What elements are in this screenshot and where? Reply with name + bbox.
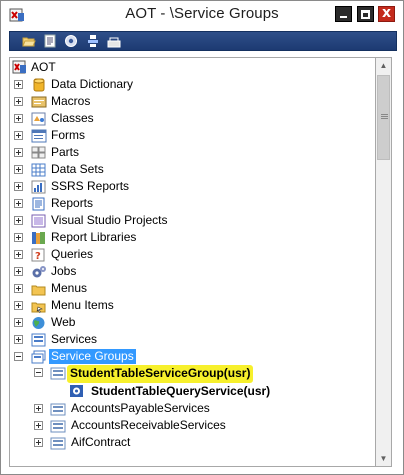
service-groups-icon (31, 350, 46, 364)
service-group-node-icon (50, 437, 66, 450)
data-sets-icon (31, 163, 46, 177)
expander-services[interactable] (14, 335, 23, 344)
tree-item-web[interactable]: Web (51, 315, 75, 330)
tree-item-macros[interactable]: Macros (51, 94, 90, 109)
services-icon (31, 333, 46, 347)
report-libraries-icon (32, 232, 45, 244)
scroll-down-icon[interactable]: ▼ (376, 451, 391, 466)
expander-web[interactable] (14, 318, 23, 327)
expander-data-dictionary[interactable] (14, 80, 23, 89)
tree-item-jobs[interactable]: Jobs (51, 264, 76, 279)
service-group-node-icon (50, 367, 66, 380)
expander-classes[interactable] (14, 114, 23, 123)
parts-icon (31, 146, 46, 159)
compile-icon[interactable] (64, 34, 78, 48)
svg-text:?: ? (35, 251, 41, 262)
expander-student-service-group[interactable] (34, 368, 43, 377)
expander-service-groups[interactable] (14, 352, 23, 361)
tree-item-service-groups[interactable]: Service Groups (49, 349, 136, 364)
expander-menus[interactable] (14, 284, 23, 293)
macros-icon (31, 96, 47, 108)
export-icon[interactable] (107, 34, 121, 48)
jobs-icon (32, 266, 46, 278)
expander-visual-studio-projects[interactable] (14, 216, 23, 225)
student-service-group-label[interactable]: StudentTableServiceGroup(usr) (70, 366, 250, 381)
service-group-node-icon (50, 420, 66, 433)
forms-icon (31, 129, 47, 143)
maximize-button[interactable] (357, 6, 374, 22)
web-icon (32, 317, 45, 329)
tree-item-visual-studio-projects[interactable]: Visual Studio Projects (51, 213, 168, 228)
classes-icon (31, 112, 46, 126)
expander-macros[interactable] (14, 97, 23, 106)
visual-studio-projects-icon (31, 214, 46, 228)
student-query-service-label[interactable]: StudentTableQueryService(usr) (91, 384, 270, 399)
expander-report-libraries[interactable] (14, 233, 23, 242)
open-icon[interactable] (22, 34, 36, 48)
expander-menu-items[interactable] (14, 301, 23, 310)
scrollbar-thumb[interactable] (377, 75, 390, 160)
data-dictionary-icon (33, 78, 45, 92)
tree-root-label[interactable]: AOT (31, 60, 56, 75)
service-group-item[interactable]: AifContract (71, 435, 130, 450)
queries-icon: ? (31, 248, 45, 262)
aot-root-icon (12, 60, 26, 74)
expander-reports[interactable] (14, 199, 23, 208)
service-node-icon (70, 385, 83, 397)
expander-forms[interactable] (14, 131, 23, 140)
close-icon: x (381, 5, 392, 21)
tree-item-reports[interactable]: Reports (51, 196, 93, 211)
tree-item-parts[interactable]: Parts (51, 145, 79, 160)
menus-icon (31, 285, 46, 296)
tree-item-menu-items[interactable]: Menu Items (51, 298, 114, 313)
service-group-item[interactable]: AccountsReceivableServices (71, 418, 226, 433)
tree-item-report-libraries[interactable]: Report Libraries (51, 230, 136, 245)
tree-item-ssrs-reports[interactable]: SSRS Reports (51, 179, 129, 194)
expander-sibling-group[interactable] (34, 421, 43, 430)
minimize-button[interactable] (335, 6, 352, 22)
reports-icon (32, 197, 45, 211)
tree-item-services[interactable]: Services (51, 332, 97, 347)
tree-item-data-sets[interactable]: Data Sets (51, 162, 104, 177)
import-icon[interactable] (86, 34, 100, 48)
expander-jobs[interactable] (14, 267, 23, 276)
expander-sibling-group[interactable] (34, 404, 43, 413)
tree-item-forms[interactable]: Forms (51, 128, 85, 143)
expander-data-sets[interactable] (14, 165, 23, 174)
title-bar[interactable]: AOT - \Service Groups x (1, 1, 403, 29)
scroll-up-icon[interactable]: ▲ (376, 58, 391, 73)
expander-parts[interactable] (14, 148, 23, 157)
expander-queries[interactable] (14, 250, 23, 259)
properties-icon[interactable] (43, 34, 57, 48)
tree-item-data-dictionary[interactable]: Data Dictionary (51, 77, 133, 92)
service-group-item[interactable]: AccountsPayableServices (71, 401, 210, 416)
ssrs-reports-icon (31, 180, 46, 194)
service-group-node-icon (50, 403, 66, 416)
close-button[interactable]: x (378, 5, 395, 22)
tree-item-menus[interactable]: Menus (51, 281, 87, 296)
tree-item-classes[interactable]: Classes (51, 111, 94, 126)
expander-ssrs-reports[interactable] (14, 182, 23, 191)
scrollbar-grip-icon (381, 114, 388, 115)
aot-window: AOT - \Service Groups x AOT Data Diction… (0, 0, 404, 475)
toolbar (9, 31, 397, 51)
vertical-scrollbar[interactable]: ▲ ▼ (375, 57, 392, 467)
menu-items-icon (31, 302, 46, 313)
tree-item-queries[interactable]: Queries (51, 247, 93, 262)
expander-sibling-group[interactable] (34, 438, 43, 447)
